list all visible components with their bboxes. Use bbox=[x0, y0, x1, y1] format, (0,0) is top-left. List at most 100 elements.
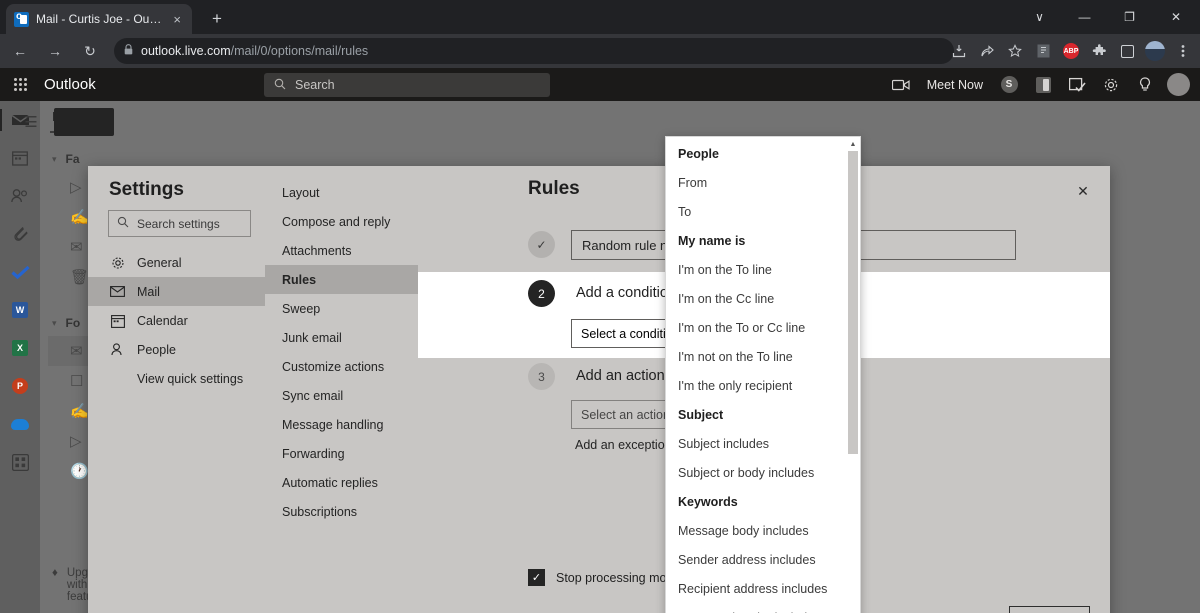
new-mail-button[interactable] bbox=[54, 108, 114, 136]
sidebar-item-people[interactable]: People bbox=[88, 335, 265, 364]
sidebar-item-label: Calendar bbox=[137, 313, 188, 328]
forward-icon[interactable]: → bbox=[40, 37, 70, 65]
dropdown-scrollbar[interactable]: ▲ ▼ bbox=[846, 137, 860, 613]
download-icon[interactable] bbox=[946, 38, 972, 64]
settings-gear-icon[interactable] bbox=[1095, 68, 1127, 101]
subnav-item-layout[interactable]: Layout bbox=[265, 178, 418, 207]
envelope-icon bbox=[110, 284, 125, 299]
search-input[interactable]: Search bbox=[264, 73, 550, 97]
settings-title: Settings bbox=[109, 179, 184, 200]
dropdown-option[interactable]: Message header includes bbox=[666, 603, 860, 613]
dropdown-option[interactable]: I'm the only recipient bbox=[666, 371, 860, 400]
rail-item-calendar[interactable] bbox=[0, 139, 40, 177]
adblock-badge: ABP bbox=[1063, 43, 1079, 59]
condition-dropdown-popup[interactable]: People From To My name is I'm on the To line… bbox=[665, 136, 861, 613]
sidebar-item-mail[interactable]: Mail bbox=[88, 277, 265, 306]
maximize-button[interactable]: ❐ bbox=[1107, 0, 1152, 34]
bookmark-star-icon[interactable] bbox=[1002, 38, 1028, 64]
share-icon[interactable] bbox=[974, 38, 1000, 64]
person-icon bbox=[110, 342, 125, 357]
adblock-icon[interactable]: ABP bbox=[1058, 38, 1084, 64]
dropdown-option[interactable]: I'm not on the To line bbox=[666, 342, 860, 371]
screenshot-root: Mail - Curtis Joe - Outlook × + ∨ — ❐ ✕ … bbox=[0, 0, 1200, 613]
sidebar-item-calendar[interactable]: Calendar bbox=[88, 306, 265, 335]
rail-item-onedrive[interactable] bbox=[0, 405, 40, 443]
window-controls: ∨ — ❐ ✕ bbox=[1017, 0, 1200, 34]
search-icon bbox=[274, 78, 286, 93]
dropdown-option[interactable]: Recipient address includes bbox=[666, 574, 860, 603]
puzzle-extensions-icon[interactable] bbox=[1086, 38, 1112, 64]
video-meet-icon[interactable] bbox=[885, 68, 917, 101]
dropdown-option[interactable]: Sender address includes bbox=[666, 545, 860, 574]
window-close-button[interactable]: ✕ bbox=[1152, 0, 1200, 34]
hamburger-menu-icon[interactable]: ☰ bbox=[14, 110, 48, 134]
scrollbar-thumb[interactable] bbox=[848, 151, 858, 454]
minimize-button[interactable]: — bbox=[1062, 0, 1107, 34]
step-badge-2: 2 bbox=[528, 280, 555, 307]
outlook-favicon bbox=[14, 11, 29, 27]
sidebar-item-general[interactable]: General bbox=[88, 248, 265, 277]
subnav-item-junk-email[interactable]: Junk email bbox=[265, 323, 418, 352]
meet-now-button[interactable]: Meet Now bbox=[919, 78, 991, 92]
rail-item-to-do[interactable] bbox=[0, 253, 40, 291]
outlook-page: Outlook Search Meet Now S W X P ☰ ▾ Fa ▷… bbox=[0, 68, 1200, 613]
stop-processing-checkbox[interactable]: ✓ bbox=[528, 569, 545, 586]
add-exception-link[interactable]: Add an exception bbox=[575, 438, 672, 452]
dropdown-option[interactable]: Message body includes bbox=[666, 516, 860, 545]
close-icon[interactable]: ✕ bbox=[1070, 178, 1096, 204]
subnav-item-compose-and-reply[interactable]: Compose and reply bbox=[265, 207, 418, 236]
skype-icon[interactable]: S bbox=[993, 68, 1025, 101]
dropdown-option[interactable]: Subject includes bbox=[666, 429, 860, 458]
lock-icon bbox=[124, 44, 133, 58]
profile-avatar[interactable] bbox=[1142, 38, 1168, 64]
chevron-down-icon[interactable]: ∨ bbox=[1017, 0, 1062, 34]
view-quick-settings-link[interactable]: View quick settings bbox=[88, 364, 265, 394]
step-badge-3: 3 bbox=[528, 363, 555, 390]
close-icon[interactable]: × bbox=[170, 11, 184, 28]
reader-extension-icon[interactable] bbox=[1030, 38, 1056, 64]
sidebar-item-label: Mail bbox=[137, 284, 160, 299]
dropdown-option[interactable]: Subject or body includes bbox=[666, 458, 860, 487]
dropdown-option[interactable]: To bbox=[666, 197, 860, 226]
rail-item-files[interactable] bbox=[0, 215, 40, 253]
tips-lightbulb-icon[interactable] bbox=[1129, 68, 1161, 101]
reload-icon[interactable]: ↻ bbox=[75, 37, 105, 65]
settings-search-input[interactable]: Search settings bbox=[108, 210, 251, 237]
subnav-item-forwarding[interactable]: Forwarding bbox=[265, 439, 418, 468]
dropdown-option[interactable]: From bbox=[666, 168, 860, 197]
discard-button[interactable]: Discard bbox=[1009, 606, 1090, 613]
back-icon[interactable]: ← bbox=[5, 37, 35, 65]
split-screen-icon[interactable] bbox=[1114, 38, 1140, 64]
rail-item-excel[interactable]: X bbox=[0, 329, 40, 367]
rail-item-all-apps[interactable] bbox=[0, 443, 40, 481]
dropdown-group-header: Subject bbox=[678, 407, 724, 422]
add-action-label: Add an action bbox=[576, 368, 665, 384]
browser-tab-title: Mail - Curtis Joe - Outlook bbox=[36, 12, 164, 26]
rail-item-people[interactable] bbox=[0, 177, 40, 215]
scroll-up-arrow-icon[interactable]: ▲ bbox=[846, 137, 860, 151]
save-button[interactable]: Save bbox=[914, 606, 995, 613]
office-apps-icon[interactable] bbox=[1027, 68, 1059, 101]
app-launcher-icon[interactable] bbox=[0, 68, 40, 101]
dropdown-option[interactable]: I'm on the To line bbox=[666, 255, 860, 284]
chrome-menu-icon[interactable] bbox=[1170, 38, 1196, 64]
address-bar[interactable]: outlook.live.com/mail/0/options/mail/rul… bbox=[114, 38, 954, 64]
subnav-item-message-handling[interactable]: Message handling bbox=[265, 410, 418, 439]
account-avatar[interactable] bbox=[1167, 73, 1190, 96]
browser-tab[interactable]: Mail - Curtis Joe - Outlook × bbox=[6, 4, 192, 34]
subnav-item-customize-actions[interactable]: Customize actions bbox=[265, 352, 418, 381]
dropdown-option[interactable]: I'm on the To or Cc line bbox=[666, 313, 860, 342]
outlook-top-bar: Outlook Search Meet Now S bbox=[0, 68, 1200, 101]
dropdown-option[interactable]: I'm on the Cc line bbox=[666, 284, 860, 313]
new-tab-button[interactable]: + bbox=[205, 8, 229, 32]
subnav-item-subscriptions[interactable]: Subscriptions bbox=[265, 497, 418, 526]
subnav-item-attachments[interactable]: Attachments bbox=[265, 236, 418, 265]
subnav-item-automatic-replies[interactable]: Automatic replies bbox=[265, 468, 418, 497]
subnav-item-sync-email[interactable]: Sync email bbox=[265, 381, 418, 410]
rail-item-word[interactable]: W bbox=[0, 291, 40, 329]
left-app-rail: W X P bbox=[0, 101, 40, 613]
subnav-item-sweep[interactable]: Sweep bbox=[265, 294, 418, 323]
rail-item-powerpoint[interactable]: P bbox=[0, 367, 40, 405]
subnav-item-rules[interactable]: Rules bbox=[265, 265, 418, 294]
notes-icon[interactable] bbox=[1061, 68, 1093, 101]
